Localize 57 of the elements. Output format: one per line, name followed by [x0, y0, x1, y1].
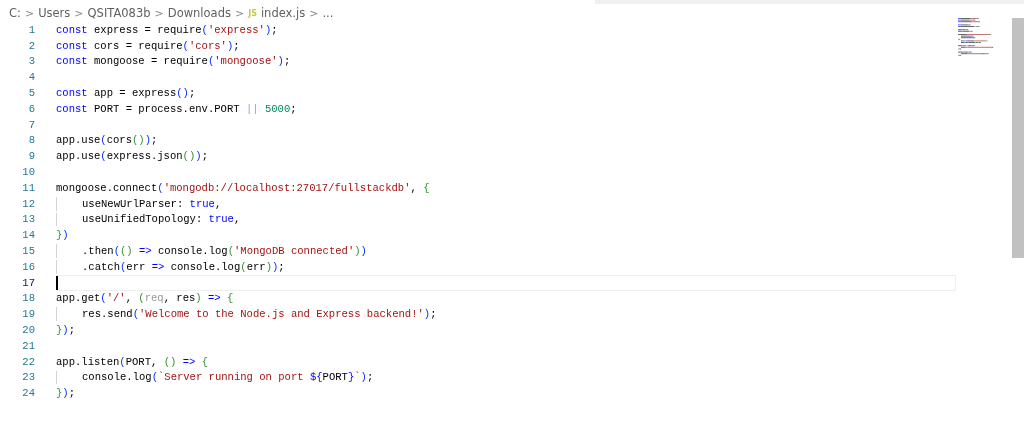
code-line: }); — [56, 324, 76, 337]
code-line: const express = require('express'); — [56, 23, 278, 36]
breadcrumb-item[interactable]: ... — [322, 6, 334, 20]
breadcrumb-item[interactable]: index.js — [260, 6, 306, 20]
breadcrumb-item[interactable]: QSITA083b — [87, 6, 151, 20]
code-line: }); — [56, 387, 76, 400]
line-number: 24 — [21, 387, 35, 400]
chevron-separator: > — [309, 6, 319, 20]
line-number: 10 — [21, 166, 35, 179]
line-number: 17 — [21, 276, 35, 289]
scrollbar-thumb[interactable] — [1012, 18, 1024, 258]
code-line: .then(() => console.log('MongoDB connected')) — [82, 245, 367, 258]
code-line: useNewUrlParser: true, — [82, 197, 222, 210]
javascript-file-icon: JS — [248, 8, 257, 18]
breadcrumb-item[interactable]: Downloads — [167, 6, 231, 20]
line-number: 1 — [27, 23, 35, 36]
code-line: const mongoose = require('mongoose'); — [56, 55, 291, 68]
line-number: 3 — [27, 55, 35, 68]
breadcrumb-item[interactable]: C: — [9, 6, 21, 20]
chevron-separator: > — [74, 6, 84, 20]
code-line: const PORT = process.env.PORT || 5000; — [56, 102, 297, 115]
code-line: useUnifiedTopology: true, — [82, 213, 241, 226]
line-number: 21 — [21, 339, 35, 352]
code-line: const cors = require('cors'); — [56, 39, 240, 52]
line-number: 20 — [21, 324, 35, 337]
code-line: }) — [56, 229, 69, 242]
code-line: app.get('/', (req, res) => { — [56, 292, 234, 305]
line-number: 13 — [21, 213, 35, 226]
line-number: 14 — [21, 229, 35, 242]
line-number: 11 — [21, 181, 35, 194]
code-line: app.listen(PORT, () => { — [56, 355, 208, 368]
line-number: 5 — [27, 87, 35, 100]
line-number: 12 — [21, 197, 35, 210]
text-cursor — [56, 275, 58, 290]
line-number: 23 — [21, 371, 35, 384]
line-number: 8 — [27, 134, 35, 147]
chevron-separator: > — [234, 6, 245, 20]
line-number: 22 — [21, 355, 35, 368]
code-line: console.log(`Server running on port ${PORT}`); — [82, 371, 374, 384]
line-number: 19 — [21, 308, 35, 321]
code-line: app.use(cors()); — [56, 134, 158, 147]
line-number: 15 — [21, 245, 35, 258]
code-line: mongoose.connect('mongodb://localhost:27017/fullstackdb', { — [56, 181, 430, 194]
code-line: const app = express(); — [56, 87, 196, 100]
code-line: res.send('Welcome to the Node.js and Express backend!'); — [82, 308, 437, 321]
line-number: 9 — [27, 150, 35, 163]
line-number: 4 — [27, 71, 35, 84]
chevron-separator: > — [154, 6, 164, 20]
line-number: 6 — [27, 102, 35, 115]
chevron-separator: > — [24, 6, 35, 20]
line-number: 7 — [27, 118, 35, 131]
line-number: 16 — [21, 260, 35, 273]
code-line: app.use(express.json()); — [56, 150, 208, 163]
line-number: 18 — [21, 292, 35, 305]
line-number: 2 — [27, 39, 35, 52]
breadcrumb-item[interactable]: Users — [38, 6, 71, 20]
code-line: .catch(err => console.log(err)); — [82, 260, 285, 273]
